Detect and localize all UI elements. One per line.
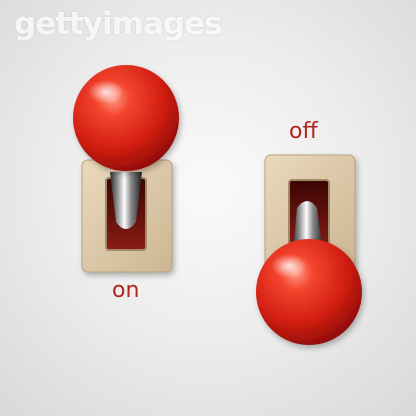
- toggle-switch-on[interactable]: [73, 65, 179, 273]
- switches-illustration: [73, 65, 362, 345]
- switch-knob[interactable]: [73, 65, 179, 171]
- switch-label-off: off: [289, 119, 318, 144]
- switch-label-on: on: [112, 278, 140, 303]
- toggle-switch-off[interactable]: [256, 154, 362, 345]
- switch-knob[interactable]: [256, 239, 362, 345]
